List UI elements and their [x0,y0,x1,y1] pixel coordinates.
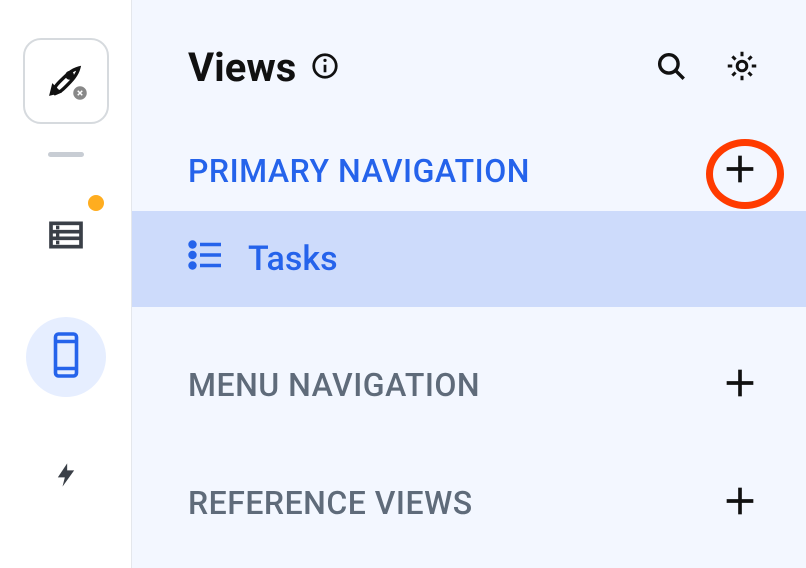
rail-mobile-item[interactable] [26,317,106,397]
add-primary-view-button[interactable] [720,149,760,193]
search-button[interactable] [654,49,688,87]
list-icon [188,239,224,279]
section-reference-title: REFERENCE VIEWS [188,484,473,522]
rocket-close-badge-icon [71,84,89,106]
panel-header: Views [132,0,806,131]
rail-separator [48,152,84,157]
left-rail [0,0,132,568]
notification-dot-icon [88,195,104,211]
search-icon [654,68,688,87]
primary-view-item-tasks[interactable]: Tasks [132,211,806,307]
section-reference-views: REFERENCE VIEWS [132,463,806,543]
section-primary-navigation: PRIMARY NAVIGATION [132,131,806,211]
rail-server-item[interactable] [26,197,106,277]
section-menu-navigation: MENU NAVIGATION [132,345,806,425]
add-menu-view-button[interactable] [720,363,760,407]
bolt-icon [52,455,80,499]
views-panel: Views [132,0,806,568]
plus-icon [720,174,760,193]
server-icon [46,215,86,259]
rocket-launch-button[interactable] [23,38,109,124]
primary-view-item-label: Tasks [248,239,338,279]
rail-bolt-item[interactable] [26,437,106,517]
info-icon[interactable] [310,44,340,91]
panel-title: Views [188,44,296,91]
plus-icon [720,388,760,407]
plus-icon [720,506,760,525]
add-reference-view-button[interactable] [720,481,760,525]
section-primary-title: PRIMARY NAVIGATION [188,152,530,190]
panel-actions [654,48,760,88]
panel-title-group: Views [188,44,340,91]
mobile-icon [48,331,84,383]
section-menu-title: MENU NAVIGATION [188,366,480,404]
gear-icon [724,69,760,88]
settings-button[interactable] [724,48,760,88]
